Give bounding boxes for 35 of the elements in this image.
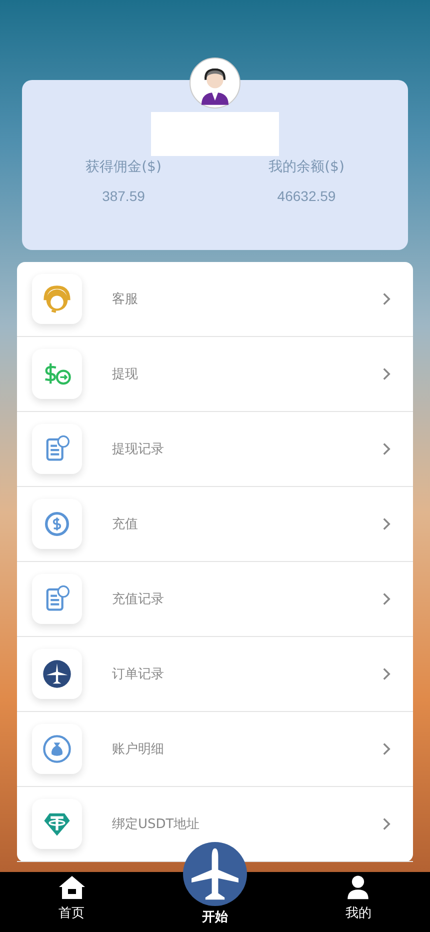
chevron-right-icon bbox=[382, 292, 391, 306]
chevron-right-icon bbox=[382, 817, 391, 831]
menu-item[interactable]: 客服 bbox=[17, 262, 413, 337]
stat-value: 387.59 bbox=[102, 188, 145, 204]
chevron-right-icon bbox=[382, 592, 391, 606]
nav-label: 开始 bbox=[202, 909, 228, 926]
stat-label: 获得佣金($) bbox=[86, 158, 162, 176]
chevron-right-icon bbox=[382, 742, 391, 756]
nav-tab[interactable]: 我的 bbox=[308, 872, 408, 922]
stat-label: 我的余额($) bbox=[268, 158, 344, 176]
menu-label: 客服 bbox=[112, 291, 139, 308]
menu-item[interactable]: 充值 bbox=[17, 487, 413, 562]
chevron-right-icon bbox=[382, 367, 391, 381]
menu-label: 充值记录 bbox=[112, 591, 165, 608]
menu-label: 提现 bbox=[112, 366, 139, 383]
menu-label: 订单记录 bbox=[112, 666, 165, 683]
menu-label: 账户明细 bbox=[112, 741, 165, 758]
menu-item[interactable]: 订单记录 bbox=[17, 637, 413, 712]
menu-item[interactable]: 充值记录 bbox=[17, 562, 413, 637]
menu-item[interactable]: 账户明细 bbox=[17, 712, 413, 787]
menu-label: 提现记录 bbox=[112, 441, 165, 458]
nav-tab[interactable]: 首页 bbox=[22, 872, 122, 922]
avatar-icon bbox=[189, 57, 241, 109]
chevron-right-icon bbox=[382, 442, 391, 456]
chevron-right-icon bbox=[382, 667, 391, 681]
nav-label: 首页 bbox=[58, 905, 85, 922]
menu-item[interactable]: 提现 bbox=[17, 337, 413, 412]
menu-label: 充值 bbox=[112, 516, 139, 533]
stat-value: 46632.59 bbox=[277, 188, 336, 204]
money-bag-icon bbox=[41, 733, 73, 765]
chevron-right-icon bbox=[382, 517, 391, 531]
menu-item[interactable]: 提现记录 bbox=[17, 412, 413, 487]
nav-label: 我的 bbox=[345, 905, 372, 922]
menu-label: 绑定USDT地址 bbox=[112, 816, 201, 833]
airplane-icon bbox=[41, 658, 73, 690]
